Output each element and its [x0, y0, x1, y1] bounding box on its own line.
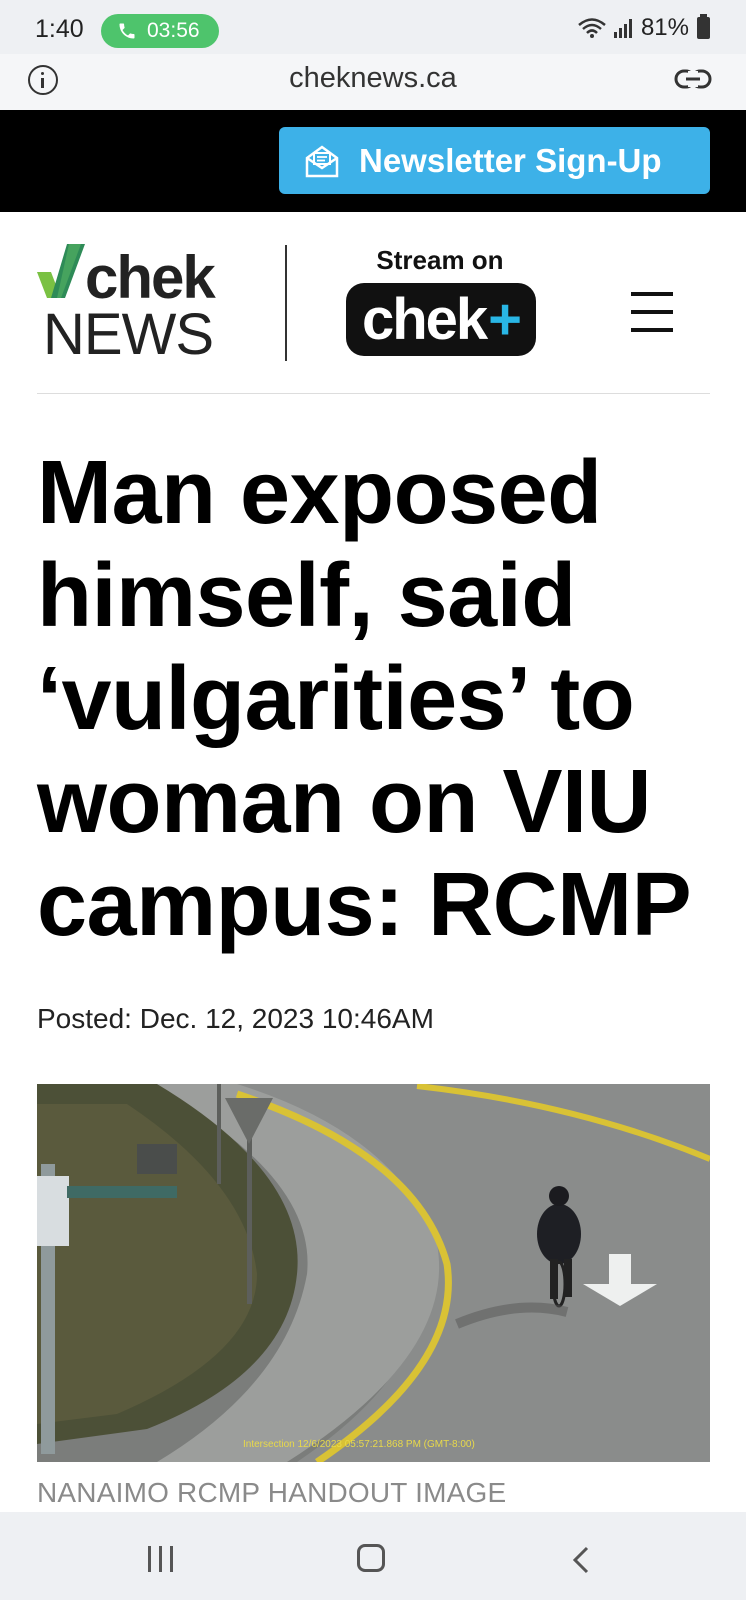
back-icon[interactable] — [572, 1546, 590, 1574]
header-separator — [37, 393, 710, 394]
status-time: 1:40 — [35, 15, 84, 43]
newsletter-signup-button[interactable]: Newsletter Sign-Up — [279, 127, 710, 194]
ongoing-call-chip[interactable]: 03:56 — [101, 14, 219, 48]
hamburger-icon[interactable] — [631, 292, 673, 334]
logo-word-news: NEWS — [43, 302, 214, 367]
phone-icon — [119, 23, 135, 39]
battery-percent: 81% — [640, 14, 689, 41]
photo-caption: NANAIMO RCMP HANDOUT IMAGE — [37, 1477, 507, 1508]
chekplus-plus: + — [488, 287, 522, 352]
link-icon[interactable] — [674, 67, 712, 91]
signal-icon — [613, 19, 632, 38]
chek-news-logo[interactable]: chek NEWS — [37, 244, 233, 367]
wifi-icon — [578, 18, 606, 38]
photo-timestamp: Intersection 12/6/2023 05:57:21.868 PM (… — [243, 1439, 475, 1450]
chek-plus-logo[interactable]: chek + — [346, 283, 536, 356]
battery-icon — [697, 14, 710, 39]
newsletter-label: Newsletter Sign-Up — [359, 141, 662, 179]
home-icon[interactable] — [357, 1544, 385, 1572]
stream-on-label: Stream on — [376, 245, 504, 275]
article-photo[interactable]: Intersection 12/6/2023 05:57:21.868 PM (… — [37, 1084, 710, 1462]
recents-icon[interactable] — [148, 1546, 176, 1572]
header-divider — [285, 245, 287, 361]
article-headline: Man exposed himself, said ‘vulgarities’ … — [37, 443, 692, 955]
posted-date: Posted: Dec. 12, 2023 10:46AM — [37, 1003, 434, 1034]
status-icons: 81% — [577, 14, 710, 42]
chekplus-word: chek — [361, 287, 488, 352]
call-duration: 03:56 — [147, 19, 200, 42]
url-text[interactable]: cheknews.ca — [0, 62, 746, 95]
photo-scene — [37, 1084, 710, 1462]
mail-icon — [305, 144, 339, 177]
logo-word-chek: chek — [85, 244, 216, 311]
